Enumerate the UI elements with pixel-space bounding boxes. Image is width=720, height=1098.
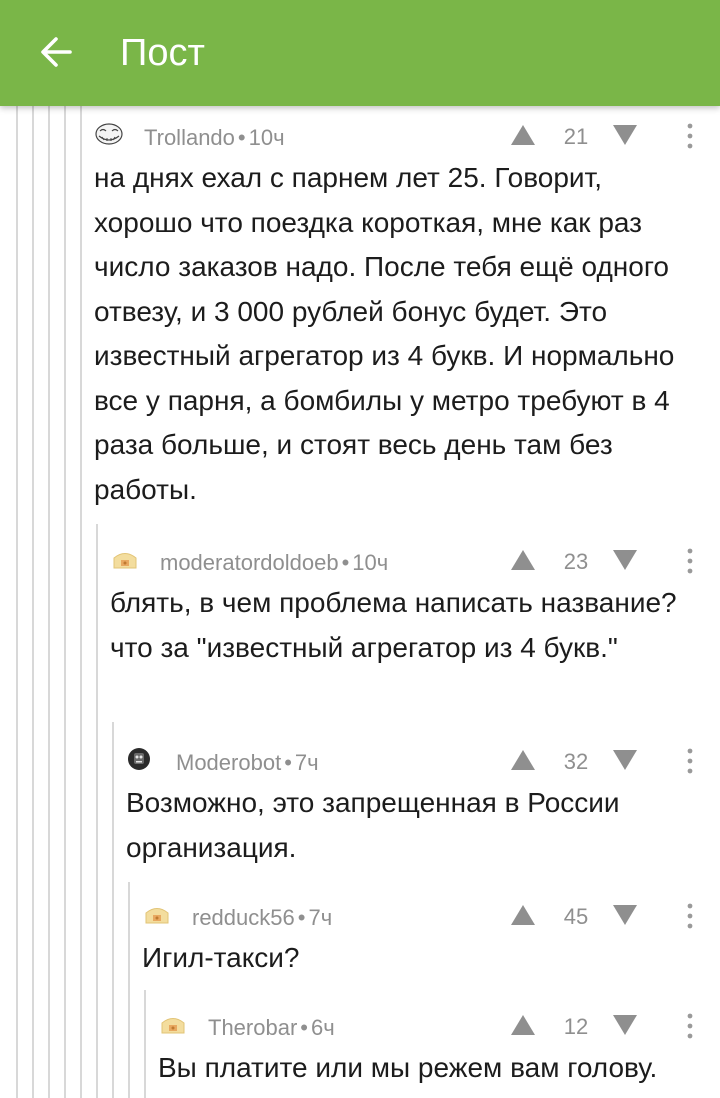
troll-face-avatar (95, 123, 123, 145)
author-name[interactable]: Moderobot (176, 750, 281, 775)
arrow-down-icon (613, 750, 637, 770)
comment-text: Игил-такси? (142, 942, 300, 973)
comment: Trollando • 10ч 21 на днях ехал с парнем л… (94, 116, 720, 512)
separator: • (237, 125, 246, 150)
separator: • (297, 905, 306, 930)
comment-score: 21 (563, 124, 589, 149)
more-vertical-icon (687, 123, 693, 149)
thread-line (144, 990, 146, 1098)
downvote-button[interactable] (612, 747, 638, 773)
comment-header: moderatordoldoeb • 10ч 23 (110, 541, 720, 581)
thread-line (32, 106, 34, 1098)
separator: • (284, 750, 292, 775)
avatar[interactable] (158, 1012, 188, 1036)
upvote-button[interactable] (510, 1012, 536, 1038)
author-name[interactable]: Trollando (144, 125, 235, 150)
default-avatar (161, 1018, 185, 1034)
avatar[interactable] (110, 547, 140, 571)
arrow-down-icon (613, 1015, 637, 1035)
downvote-button[interactable] (612, 1012, 638, 1038)
more-vertical-icon (687, 903, 693, 929)
arrow-up-icon (511, 1015, 535, 1035)
more-vertical-icon (687, 748, 693, 774)
comment-time: 7ч (308, 905, 333, 930)
comment-text: на днях ехал с парнем лет 25. Говорит, х… (94, 162, 675, 505)
arrow-up-icon (511, 750, 535, 770)
comment-score: 45 (563, 904, 589, 929)
author-name[interactable]: Therobar (208, 1015, 297, 1040)
more-button[interactable] (678, 1010, 702, 1042)
comment: moderatordoldoeb • 10ч 23 блять, в чем про… (110, 541, 720, 670)
comment-meta: Moderobot • 7ч (176, 750, 319, 776)
comment-meta: Trollando • 10ч (144, 125, 285, 151)
comment: Moderobot • 7ч 32 Возможно, это запрещенна… (126, 741, 720, 870)
arrow-left-icon (41, 37, 72, 67)
comment-time: 7ч (294, 750, 319, 775)
vote-controls: 21 (510, 120, 720, 152)
downvote-button[interactable] (612, 547, 638, 573)
separator: • (300, 1015, 308, 1040)
more-vertical-icon (687, 548, 693, 574)
avatar[interactable] (142, 902, 172, 926)
vote-controls: 32 (510, 745, 720, 777)
comment-meta: redduck56 • 7ч (192, 905, 332, 931)
comment-text: Вы платите или мы режем вам голову. (158, 1052, 658, 1083)
arrow-down-icon (613, 125, 637, 145)
comment-time: 6ч (310, 1015, 335, 1040)
more-button[interactable] (678, 745, 702, 777)
default-avatar (113, 553, 137, 569)
comment-header: Moderobot • 7ч 32 (126, 741, 720, 781)
comment-text: Возможно, это запрещенная в России орган… (126, 787, 620, 863)
upvote-button[interactable] (510, 902, 536, 928)
upvote-button[interactable] (510, 747, 536, 773)
comment-header: redduck56 • 7ч 45 (142, 896, 720, 936)
arrow-down-icon (613, 905, 637, 925)
thread-line (16, 106, 18, 1098)
comment: redduck56 • 7ч 45 Игил-такси? (142, 896, 720, 981)
more-vertical-icon (687, 1013, 693, 1039)
comment-score: 32 (563, 749, 589, 774)
comment-time: 10ч (352, 550, 389, 575)
vote-controls: 45 (510, 900, 720, 932)
separator: • (341, 550, 350, 575)
comment-meta: Therobar • 6ч (208, 1015, 335, 1041)
arrow-up-icon (511, 550, 535, 570)
comment-meta: moderatordoldoeb • 10ч (160, 550, 388, 576)
comment-score: 12 (563, 1014, 589, 1039)
arrow-down-icon (613, 550, 637, 570)
robot-avatar (128, 748, 150, 770)
comment-time: 10ч (248, 125, 285, 150)
default-avatar (145, 908, 169, 924)
comment-header: Trollando • 10ч 21 (94, 116, 720, 156)
thread-line (64, 106, 66, 1098)
upvote-button[interactable] (510, 122, 536, 148)
vote-controls: 12 (510, 1010, 720, 1042)
page-title: Пост (120, 32, 205, 74)
arrow-up-icon (511, 905, 535, 925)
avatar[interactable] (126, 747, 156, 771)
back-button[interactable] (30, 26, 82, 78)
author-name[interactable]: redduck56 (192, 905, 295, 930)
avatar[interactable] (94, 122, 124, 146)
thread-line (96, 524, 98, 1098)
comment-header: Therobar • 6ч 12 (158, 1006, 720, 1046)
comment-text: блять, в чем проблема написать название?… (110, 587, 677, 663)
comment: Therobar • 6ч 12 Вы платите или мы режем в… (158, 1006, 720, 1091)
author-name[interactable]: moderatordoldoeb (160, 550, 339, 575)
downvote-button[interactable] (612, 122, 638, 148)
app-bar: Пост (0, 0, 720, 106)
upvote-button[interactable] (510, 547, 536, 573)
downvote-button[interactable] (612, 902, 638, 928)
thread-line (80, 106, 82, 1098)
thread-line (128, 882, 130, 1098)
more-button[interactable] (678, 120, 702, 152)
thread-line (112, 722, 114, 1098)
more-button[interactable] (678, 900, 702, 932)
comment-score: 23 (563, 549, 589, 574)
vote-controls: 23 (510, 545, 720, 577)
more-button[interactable] (678, 545, 702, 577)
thread-line (48, 106, 50, 1098)
arrow-up-icon (511, 125, 535, 145)
comment-thread: Trollando • 10ч 21 на днях ехал с парнем л… (0, 106, 720, 1098)
